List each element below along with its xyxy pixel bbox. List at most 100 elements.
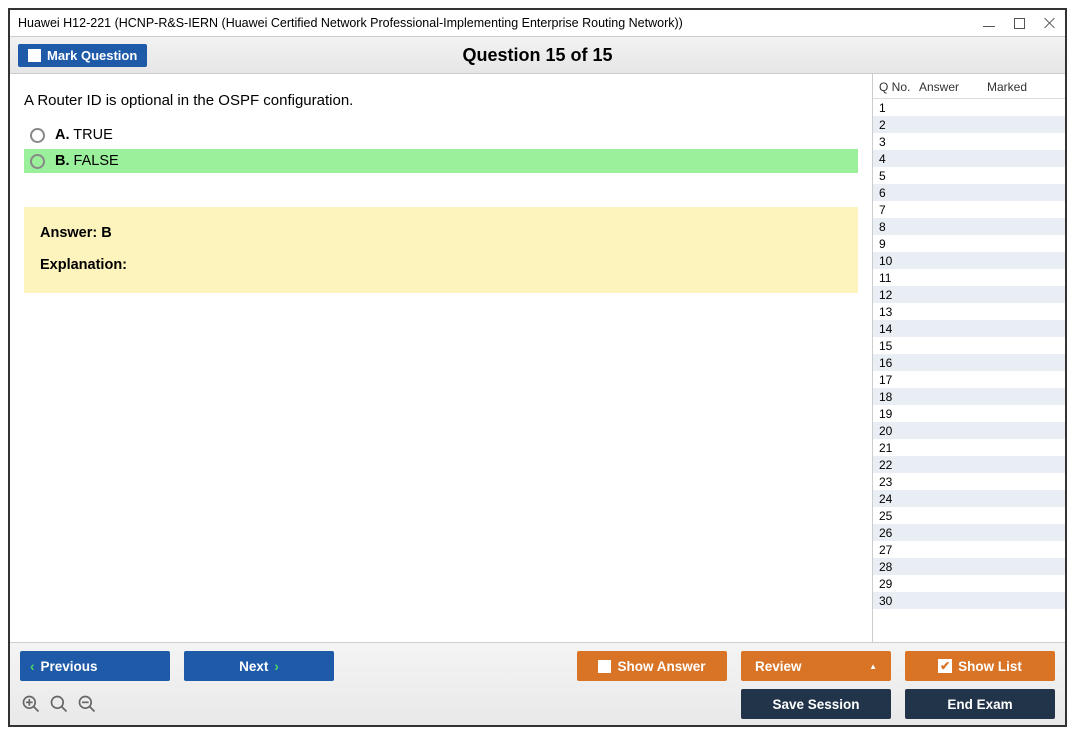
title-bar: Huawei H12-221 (HCNP-R&S-IERN (Huawei Ce… (10, 10, 1065, 36)
list-row[interactable]: 24 (873, 490, 1065, 507)
col-marked-header: Marked (987, 80, 1061, 94)
question-list-header: Q No. Answer Marked (873, 74, 1065, 99)
list-row[interactable]: 18 (873, 388, 1065, 405)
list-qno: 3 (879, 135, 919, 149)
list-row[interactable]: 23 (873, 473, 1065, 490)
list-row[interactable]: 25 (873, 507, 1065, 524)
list-row[interactable]: 30 (873, 592, 1065, 609)
app-window: Huawei H12-221 (HCNP-R&S-IERN (Huawei Ce… (8, 8, 1067, 727)
list-row[interactable]: 1 (873, 99, 1065, 116)
list-qno: 11 (879, 271, 919, 285)
list-row[interactable]: 27 (873, 541, 1065, 558)
question-pane: A Router ID is optional in the OSPF conf… (10, 74, 872, 642)
next-label: Next (239, 659, 268, 674)
zoom-in-icon[interactable] (20, 693, 42, 715)
list-row[interactable]: 26 (873, 524, 1065, 541)
list-qno: 16 (879, 356, 919, 370)
option-label: A. TRUE (55, 127, 113, 143)
list-row[interactable]: 11 (873, 269, 1065, 286)
question-text: A Router ID is optional in the OSPF conf… (10, 74, 872, 123)
show-list-label: Show List (958, 659, 1022, 674)
zoom-reset-icon[interactable] (48, 693, 70, 715)
end-exam-button[interactable]: End Exam (905, 689, 1055, 719)
list-row[interactable]: 4 (873, 150, 1065, 167)
list-qno: 21 (879, 441, 919, 455)
chevron-left-icon: ‹ (30, 659, 35, 674)
list-qno: 29 (879, 577, 919, 591)
list-qno: 17 (879, 373, 919, 387)
col-qno-header: Q No. (879, 80, 919, 94)
list-qno: 25 (879, 509, 919, 523)
show-answer-label: Show Answer (617, 659, 705, 674)
option-text: FALSE (74, 153, 119, 169)
list-row[interactable]: 19 (873, 405, 1065, 422)
list-qno: 12 (879, 288, 919, 302)
list-row[interactable]: 20 (873, 422, 1065, 439)
options-list: A. TRUE B. FALSE (10, 123, 872, 175)
next-button[interactable]: Next › (184, 651, 334, 681)
list-row[interactable]: 6 (873, 184, 1065, 201)
list-row[interactable]: 22 (873, 456, 1065, 473)
list-qno: 13 (879, 305, 919, 319)
footer-row-2: Save Session End Exam (20, 689, 1055, 719)
list-qno: 7 (879, 203, 919, 217)
option-label: B. FALSE (55, 153, 119, 169)
header-bar: Mark Question Question 15 of 15 (10, 36, 1065, 74)
review-label: Review (755, 659, 802, 674)
show-list-button[interactable]: ✔ Show List (905, 651, 1055, 681)
list-row[interactable]: 15 (873, 337, 1065, 354)
list-row[interactable]: 10 (873, 252, 1065, 269)
list-row[interactable]: 8 (873, 218, 1065, 235)
zoom-out-icon[interactable] (76, 693, 98, 715)
question-list-body[interactable]: 1234567891011121314151617181920212223242… (873, 99, 1065, 642)
mark-question-label: Mark Question (47, 48, 137, 63)
list-qno: 23 (879, 475, 919, 489)
zoom-icons (20, 693, 98, 715)
option-row[interactable]: B. FALSE (24, 149, 858, 173)
checkbox-empty-icon (598, 660, 611, 673)
maximize-icon[interactable] (1014, 18, 1025, 29)
list-qno: 2 (879, 118, 919, 132)
option-row[interactable]: A. TRUE (24, 123, 858, 147)
question-counter: Question 15 of 15 (462, 45, 612, 66)
list-qno: 1 (879, 101, 919, 115)
list-row[interactable]: 21 (873, 439, 1065, 456)
list-row[interactable]: 3 (873, 133, 1065, 150)
previous-button[interactable]: ‹ Previous (20, 651, 170, 681)
footer: ‹ Previous Next › Show Answer Review ▲ ✔… (10, 642, 1065, 725)
previous-label: Previous (41, 659, 98, 674)
list-qno: 6 (879, 186, 919, 200)
close-icon[interactable] (1043, 16, 1057, 30)
list-row[interactable]: 17 (873, 371, 1065, 388)
list-qno: 8 (879, 220, 919, 234)
list-row[interactable]: 28 (873, 558, 1065, 575)
list-row[interactable]: 9 (873, 235, 1065, 252)
radio-icon (30, 128, 45, 143)
list-row[interactable]: 7 (873, 201, 1065, 218)
option-letter: B. (55, 153, 70, 169)
explanation-label: Explanation: (40, 257, 842, 273)
list-qno: 30 (879, 594, 919, 608)
review-button[interactable]: Review ▲ (741, 651, 891, 681)
checkbox-empty-icon (28, 49, 41, 62)
list-row[interactable]: 5 (873, 167, 1065, 184)
list-row[interactable]: 13 (873, 303, 1065, 320)
list-qno: 26 (879, 526, 919, 540)
show-answer-button[interactable]: Show Answer (577, 651, 727, 681)
mark-question-button[interactable]: Mark Question (18, 44, 147, 67)
list-row[interactable]: 12 (873, 286, 1065, 303)
minimize-icon[interactable] (982, 16, 996, 30)
answer-label: Answer: B (40, 225, 842, 241)
list-qno: 14 (879, 322, 919, 336)
list-row[interactable]: 29 (873, 575, 1065, 592)
window-title: Huawei H12-221 (HCNP-R&S-IERN (Huawei Ce… (18, 16, 683, 30)
chevron-right-icon: › (274, 659, 279, 674)
radio-icon (30, 154, 45, 169)
body-area: A Router ID is optional in the OSPF conf… (10, 74, 1065, 642)
list-row[interactable]: 14 (873, 320, 1065, 337)
list-qno: 20 (879, 424, 919, 438)
list-row[interactable]: 16 (873, 354, 1065, 371)
list-row[interactable]: 2 (873, 116, 1065, 133)
save-session-button[interactable]: Save Session (741, 689, 891, 719)
triangle-up-icon: ▲ (869, 662, 877, 671)
